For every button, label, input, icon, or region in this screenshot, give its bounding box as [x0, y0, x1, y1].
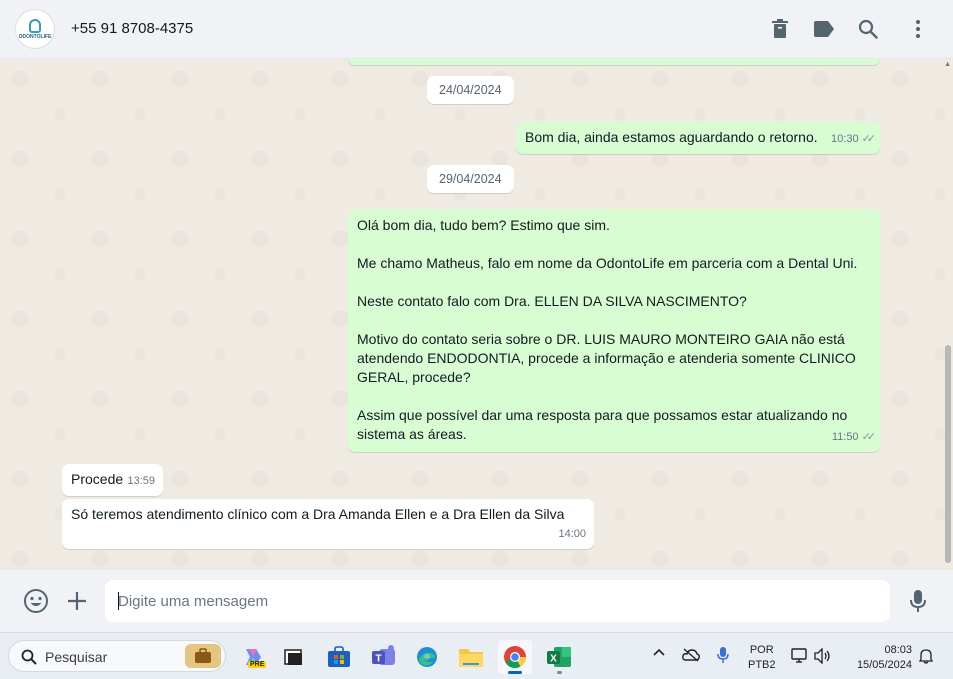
- previous-message-bubble[interactable]: [348, 59, 880, 65]
- message-paragraph: Olá bom dia, tudo bem? Estimo que sim.: [357, 217, 610, 233]
- taskbar-search[interactable]: Pesquisar: [8, 640, 226, 672]
- date-chip: 29/04/2024: [427, 165, 514, 193]
- contact-name[interactable]: +55 91 8708-4375: [71, 20, 193, 37]
- label-icon[interactable]: [812, 17, 836, 41]
- message-paragraph: Me chamo Matheus, falo em nome da Odonto…: [357, 255, 858, 271]
- clock-time: 08:03: [884, 644, 912, 656]
- search-icon: [21, 649, 37, 670]
- chat-header: ODONTOLIFE +55 91 8708-4375: [0, 0, 953, 59]
- preview-badge: PRE: [248, 661, 267, 668]
- message-composer: [0, 570, 953, 632]
- chat-scrollbar-thumb[interactable]: [945, 345, 951, 563]
- svg-text:T: T: [375, 654, 381, 665]
- input-language[interactable]: POR PTB2: [748, 643, 776, 673]
- message-text: Procede: [71, 471, 124, 487]
- active-app-indicator: [508, 671, 522, 674]
- search-icon[interactable]: [856, 17, 880, 41]
- attach-plus-icon[interactable]: [64, 588, 90, 614]
- avatar-brand: ODONTOLIFE: [18, 33, 52, 40]
- tooth-logo-icon: [29, 18, 41, 33]
- message-text: Bom dia, ainda estamos aguardando o reto…: [525, 129, 818, 145]
- date-chip: 24/04/2024: [427, 76, 514, 104]
- message-meta: 11:50 ✓✓: [831, 428, 877, 447]
- message-bubble-incoming[interactable]: Procede 13:59: [62, 464, 163, 496]
- language-code: POR: [749, 644, 774, 656]
- keyboard-layout: PTB2: [748, 659, 776, 671]
- message-text: Só teremos atendimento clínico com a Dra…: [71, 506, 565, 522]
- clock-date: 15/05/2024: [856, 659, 912, 671]
- read-ticks-icon: ✓✓: [861, 431, 877, 443]
- open-app-indicator: [557, 671, 562, 674]
- menu-icon[interactable]: [906, 17, 930, 41]
- read-ticks-icon: ✓✓: [861, 133, 877, 145]
- file-explorer-icon[interactable]: [454, 640, 488, 674]
- message-meta: 10:30 ✓✓: [831, 130, 877, 149]
- windows-taskbar: Pesquisar PRE T X POR PTB2 08:03 15/05/2…: [0, 632, 953, 679]
- text-caret: [118, 592, 119, 610]
- scroll-up-arrow-icon[interactable]: ▲: [944, 61, 951, 68]
- microphone-icon[interactable]: [717, 646, 729, 667]
- message-time: 10:30: [831, 133, 859, 145]
- emoji-icon[interactable]: [23, 588, 49, 614]
- notification-bell-icon[interactable]: [918, 648, 934, 667]
- message-meta: 14:00: [558, 525, 586, 544]
- message-bubble-outgoing[interactable]: Olá bom dia, tudo bem? Estimo que sim. M…: [348, 209, 880, 452]
- store-icon[interactable]: [322, 640, 356, 674]
- svg-text:X: X: [550, 654, 557, 665]
- microphone-icon[interactable]: [905, 588, 931, 614]
- archive-icon[interactable]: [768, 17, 792, 41]
- message-bubble-incoming[interactable]: Só teremos atendimento clínico com a Dra…: [62, 499, 594, 549]
- onedrive-offline-icon[interactable]: [682, 648, 700, 665]
- copilot-icon[interactable]: PRE: [236, 640, 270, 674]
- show-hidden-icons-chevron-icon[interactable]: [653, 647, 665, 659]
- teams-icon[interactable]: T: [367, 640, 401, 674]
- search-label: Pesquisar: [45, 649, 108, 665]
- system-clock[interactable]: 08:03 15/05/2024: [846, 643, 912, 673]
- excel-icon[interactable]: X: [542, 640, 576, 674]
- message-time: 13:59: [127, 475, 155, 487]
- message-meta: 13:59: [127, 472, 155, 491]
- task-view-icon[interactable]: [277, 640, 311, 674]
- chrome-icon[interactable]: [498, 640, 532, 674]
- volume-icon[interactable]: [814, 647, 832, 667]
- message-paragraph: Motivo do contato seria sobre o DR. LUIS…: [357, 331, 856, 385]
- chat-area[interactable]: 24/04/2024 Bom dia, ainda estamos aguard…: [0, 59, 953, 570]
- message-paragraph: Neste contato falo com Dra. ELLEN DA SIL…: [357, 293, 747, 309]
- message-time: 14:00: [558, 528, 586, 540]
- message-time: 11:50: [831, 431, 859, 443]
- message-bubble-outgoing[interactable]: Bom dia, ainda estamos aguardando o reto…: [516, 122, 880, 154]
- edge-icon[interactable]: [410, 640, 444, 674]
- contact-avatar[interactable]: ODONTOLIFE: [15, 9, 55, 49]
- message-input[interactable]: [105, 580, 890, 622]
- briefcase-icon: [185, 644, 221, 668]
- message-paragraph: Assim que possível dar uma resposta para…: [357, 407, 848, 442]
- network-icon[interactable]: [791, 648, 809, 667]
